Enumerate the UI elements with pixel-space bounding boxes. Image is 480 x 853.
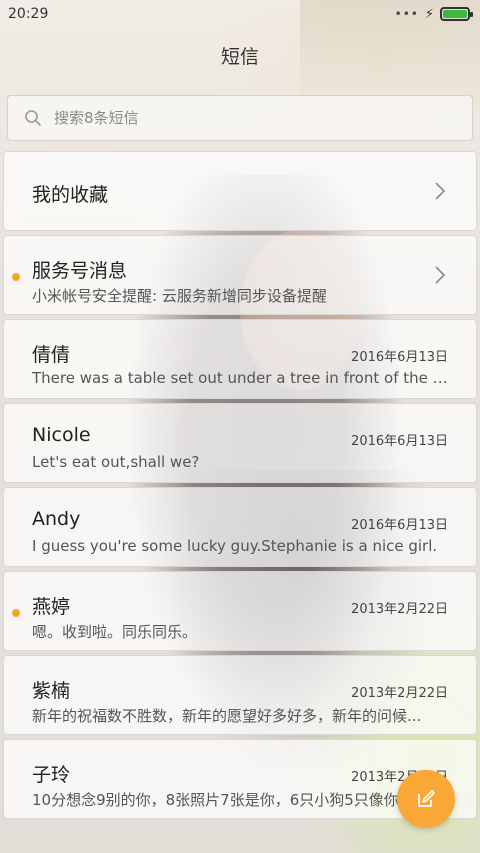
conversation-preview: 新年的祝福数不胜数，新年的愿望好多好多，新年的问候... (32, 707, 422, 725)
page-title: 短信 (220, 46, 259, 68)
unread-dot (12, 273, 20, 281)
battery-fill (443, 10, 467, 18)
chevron-right-icon (435, 266, 446, 284)
conversation-date: 2013年2月22日 (351, 686, 448, 701)
conversation-name: Andy (32, 508, 81, 530)
status-time: 20:29 (8, 6, 49, 22)
unread-dot (12, 609, 20, 617)
conversation-preview: I guess you're some lucky guy.Stephanie … (32, 537, 438, 555)
conversation-date: 2013年2月22日 (351, 602, 448, 617)
conversation-list: 我的收藏 服务号消息 小米帐号安全提醒: 云服务新增同步设备提醒 倩倩 2016… (3, 151, 477, 823)
conversation-preview: Let's eat out,shall we? (32, 453, 200, 471)
conversation-item-service[interactable]: 服务号消息 小米帐号安全提醒: 云服务新增同步设备提醒 (3, 235, 477, 315)
bolt-icon: ⚡ (424, 6, 434, 22)
conversation-date: 2016年6月13日 (351, 350, 448, 365)
conversation-date: 2016年6月13日 (351, 434, 448, 449)
conversation-item-favorites[interactable]: 我的收藏 (3, 151, 477, 231)
conversation-preview: 嗯。收到啦。同乐同乐。 (32, 623, 198, 641)
battery-icon (440, 7, 473, 21)
conversation-name: 我的收藏 (32, 184, 109, 206)
status-bar: 20:29 ••• ⚡ (0, 0, 480, 28)
status-icons: ••• ⚡ (394, 6, 473, 22)
conversation-item[interactable]: 紫楠 2013年2月22日 新年的祝福数不胜数，新年的愿望好多好多，新年的问候.… (3, 655, 477, 735)
conversation-item[interactable]: 燕婷 2013年2月22日 嗯。收到啦。同乐同乐。 (3, 571, 477, 651)
conversation-name: 服务号消息 (32, 260, 128, 282)
search-input[interactable] (54, 109, 434, 127)
conversation-name: Nicole (32, 424, 91, 446)
conversation-name: 子玲 (32, 764, 71, 786)
conversation-preview: 小米帐号安全提醒: 云服务新增同步设备提醒 (32, 287, 327, 305)
conversation-preview: 10分想念9别的你，8张照片7张是你，6只小狗5只像你... (32, 791, 414, 809)
conversation-preview: There was a table set out under a tree i… (32, 369, 450, 387)
compose-icon (418, 790, 435, 807)
search-icon (25, 110, 41, 126)
compose-button[interactable] (397, 770, 455, 828)
more-dots-icon: ••• (394, 7, 419, 21)
conversation-name: 倩倩 (32, 344, 71, 366)
chevron-right-icon (435, 182, 446, 200)
conversation-item[interactable]: Nicole 2016年6月13日 Let's eat out,shall we… (3, 403, 477, 483)
conversation-item[interactable]: Andy 2016年6月13日 I guess you're some luck… (3, 487, 477, 567)
conversation-date: 2016年6月13日 (351, 518, 448, 533)
conversation-item[interactable]: 倩倩 2016年6月13日 There was a table set out … (3, 319, 477, 399)
search-bar[interactable] (7, 95, 473, 141)
conversation-name: 紫楠 (32, 680, 71, 702)
conversation-name: 燕婷 (32, 596, 71, 618)
